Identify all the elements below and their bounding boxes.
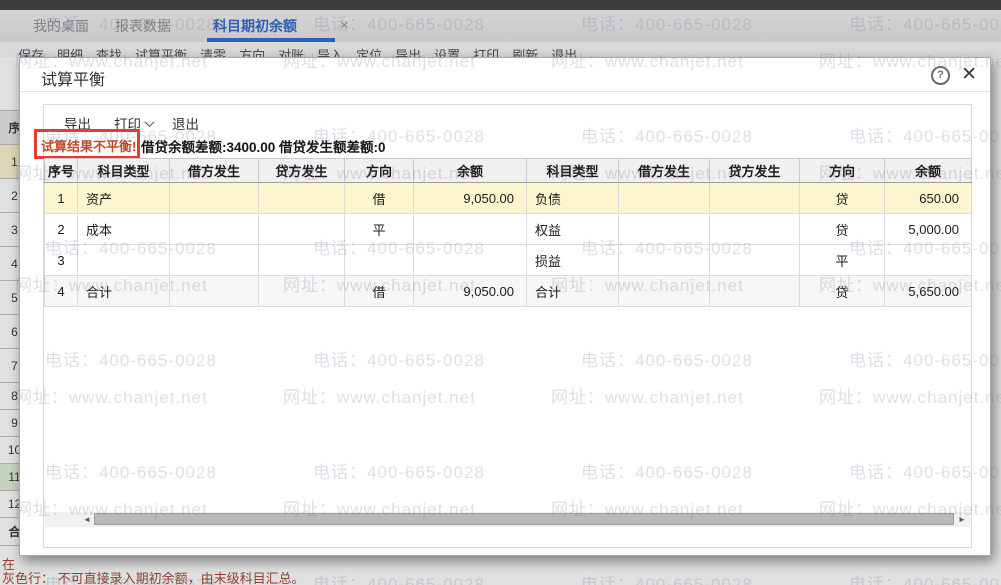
dialog-panel: 导出 打印 退出 试算结果不平衡! 借贷余额差额:3400.00 借贷发生额差额…: [43, 104, 972, 548]
table-cell: [414, 214, 527, 245]
table-cell: 贷: [800, 183, 885, 214]
dialog-title: 试算平衡: [41, 66, 105, 90]
warning-text: 试算结果不平衡!: [41, 136, 136, 155]
table-cell: [170, 183, 259, 214]
table-cell: 合计: [527, 276, 619, 307]
table-cell: 成本: [78, 214, 170, 245]
table-cell: 平: [800, 245, 885, 276]
table-row: 1资产 借9,050.00负债 贷650.00: [45, 183, 972, 214]
close-icon[interactable]: ✕: [961, 63, 977, 87]
table-cell: 权益: [527, 214, 619, 245]
table-cell: 1: [45, 183, 78, 214]
column-header: 余额: [885, 159, 972, 183]
table-cell: 借: [345, 276, 414, 307]
dialog-header: 试算平衡 ? ✕: [20, 58, 990, 92]
table-cell: 5,000.00: [885, 214, 972, 245]
table-cell: 9,050.00: [414, 183, 527, 214]
table-cell: [710, 214, 800, 245]
table-row: 3 损益 平: [45, 245, 972, 276]
warning-annotation-box: 试算结果不平衡!: [34, 129, 140, 159]
table-cell: [259, 214, 345, 245]
column-header: 方向: [800, 159, 885, 183]
table-cell: 损益: [527, 245, 619, 276]
screen: 我的桌面 报表数据 科目期初余额 × 保存明细查找试算平衡清零方向对账导入定位导…: [0, 0, 1001, 585]
horizontal-scrollbar[interactable]: ◄ ►: [45, 512, 970, 527]
table-cell: 平: [345, 214, 414, 245]
column-header: 贷方发生: [259, 159, 345, 183]
scroll-left-icon[interactable]: ◄: [81, 512, 93, 527]
table-header-row: 序号科目类型借方发生贷方发生方向余额科目类型借方发生贷方发生方向余额: [45, 159, 972, 183]
column-header: 方向: [345, 159, 414, 183]
table-row: 4合计借9,050.00合计贷5,650.00: [45, 276, 972, 307]
table-cell: 合计: [78, 276, 170, 307]
column-header: 序号: [45, 159, 78, 183]
table-cell: [170, 245, 259, 276]
trial-balance-table: 序号科目类型借方发生贷方发生方向余额科目类型借方发生贷方发生方向余额 1资产借9…: [44, 158, 972, 307]
column-header: 借方发生: [619, 159, 710, 183]
warning-detail: 借贷余额差额:3400.00 借贷发生额差额:0: [141, 136, 386, 156]
table-body: 1资产借9,050.00负债贷650.002成本平权益贷5,000.003损益平…: [45, 183, 972, 307]
table-cell: [170, 214, 259, 245]
table-cell: [710, 183, 800, 214]
column-header: 余额: [414, 159, 527, 183]
table-cell: [619, 214, 710, 245]
dialog-toolbar: 导出 打印 退出: [44, 113, 971, 133]
table-cell: [259, 276, 345, 307]
table-cell: [170, 276, 259, 307]
column-header: 科目类型: [78, 159, 170, 183]
table-cell: 650.00: [885, 183, 972, 214]
table-cell: [619, 245, 710, 276]
table-cell: 资产: [78, 183, 170, 214]
exit-button[interactable]: 退出: [172, 113, 199, 133]
table-cell: 贷: [800, 214, 885, 245]
table-row: 2成本 平 权益 贷5,000.00: [45, 214, 972, 245]
table-cell: 4: [45, 276, 78, 307]
table-cell: 2: [45, 214, 78, 245]
print-caret-icon: [145, 117, 155, 127]
table-cell: [885, 245, 972, 276]
help-icon[interactable]: ?: [931, 66, 950, 85]
table-cell: 5,650.00: [885, 276, 972, 307]
table-cell: 借: [345, 183, 414, 214]
column-header: 贷方发生: [710, 159, 800, 183]
table-cell: 3: [45, 245, 78, 276]
column-header: 科目类型: [527, 159, 619, 183]
table-cell: [710, 245, 800, 276]
table-cell: [345, 245, 414, 276]
table-cell: [414, 245, 527, 276]
table-cell: [710, 276, 800, 307]
table-cell: [259, 245, 345, 276]
h-scrollbar-thumb[interactable]: [94, 513, 954, 525]
table-cell: 负债: [527, 183, 619, 214]
table-cell: 9,050.00: [414, 276, 527, 307]
table-cell: [619, 276, 710, 307]
table-cell: [619, 183, 710, 214]
column-header: 借方发生: [170, 159, 259, 183]
table-cell: 贷: [800, 276, 885, 307]
table-cell: [78, 245, 170, 276]
trial-balance-dialog: 试算平衡 ? ✕ 导出 打印 退出 试算结果不平衡! 借贷余额差额:3400.0…: [19, 57, 991, 556]
scroll-right-icon[interactable]: ►: [956, 512, 968, 527]
table-cell: [259, 183, 345, 214]
